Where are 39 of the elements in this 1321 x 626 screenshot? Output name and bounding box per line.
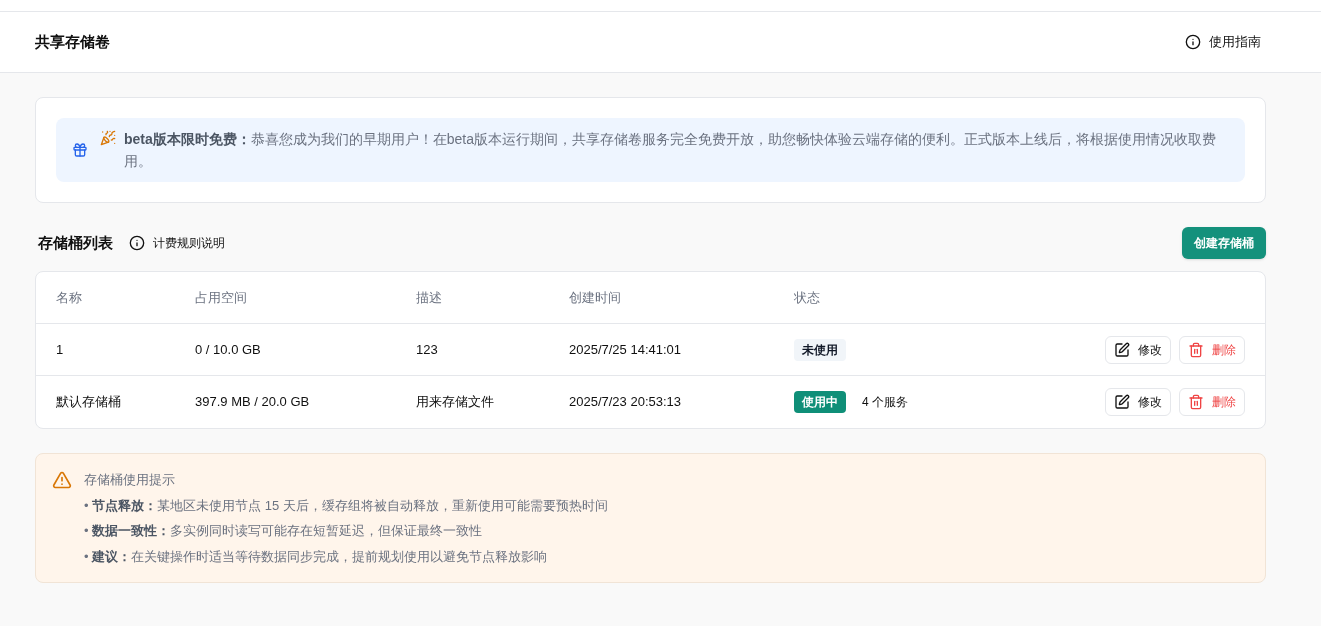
edit-icon xyxy=(1114,394,1130,410)
warning-icon xyxy=(52,470,72,490)
column-header: 描述 xyxy=(416,288,442,307)
column-header: 状态 xyxy=(794,288,820,307)
gift-icon xyxy=(72,142,88,158)
table-cell-text: 默认存储桶 xyxy=(56,393,121,412)
billing-link[interactable]: 计费规则说明 xyxy=(129,234,225,252)
page-title: 共享存储卷 xyxy=(35,31,110,52)
section-title: 存储桶列表 xyxy=(38,232,113,253)
tip-text: • 建议：在关键操作时适当等待数据同步完成，提前规划使用以避免节点释放影响 xyxy=(84,547,549,566)
table-cell-text: 1 xyxy=(56,340,64,359)
edit-button[interactable]: 修改 xyxy=(1105,388,1171,416)
create-bucket-button[interactable]: 创建存储桶 xyxy=(1182,227,1266,259)
trash-icon xyxy=(1188,341,1204,358)
table-cell-text: 用来存储文件 xyxy=(416,393,494,412)
tip-text: • 节点释放：某地区未使用节点 15 天后，缓存组将被自动释放，重新使用可能需要预热时间 xyxy=(84,496,608,515)
edit-icon xyxy=(1114,341,1130,358)
table-cell-text: 123 xyxy=(416,340,438,359)
column-header: 名称 xyxy=(56,288,82,307)
notice-text: beta版本限时免费：恭喜您成为我们的早期用户！在beta版本运行期间，共享存储卷服务完全免费开放，助您畅快体验云端存储的便利。正式版本上线后，将根据使用情况收取费用。 xyxy=(124,130,1218,171)
tips-title: 存储桶使用提示 xyxy=(84,471,176,489)
column-header: 占用空间 xyxy=(195,288,247,307)
delete-button[interactable]: 删除 xyxy=(1179,388,1245,416)
trash-icon xyxy=(1188,394,1204,410)
table-cell-text: 397.9 MB / 20.0 GB xyxy=(195,393,310,412)
table-cell-text: 0 / 10.0 GB xyxy=(195,340,261,359)
delete-button[interactable]: 删除 xyxy=(1179,335,1245,364)
info-icon xyxy=(129,235,145,251)
party-popper-icon xyxy=(100,130,116,146)
status-badge: 未使用 xyxy=(794,338,846,361)
guide-link[interactable]: 使用指南 xyxy=(1185,32,1261,52)
status-badge: 使用中 xyxy=(794,391,846,413)
table-cell-text: 2025/7/25 14:41:01 xyxy=(569,340,682,359)
tip-text: • 数据一致性：多实例同时读写可能存在短暂延迟，但保证最终一致性 xyxy=(84,522,484,540)
service-count: 4 个服务 xyxy=(862,394,908,411)
info-icon xyxy=(1185,34,1201,50)
column-header: 创建时间 xyxy=(569,288,621,307)
table-cell-text: 2025/7/23 20:53:13 xyxy=(569,393,682,412)
edit-button[interactable]: 修改 xyxy=(1105,335,1171,364)
